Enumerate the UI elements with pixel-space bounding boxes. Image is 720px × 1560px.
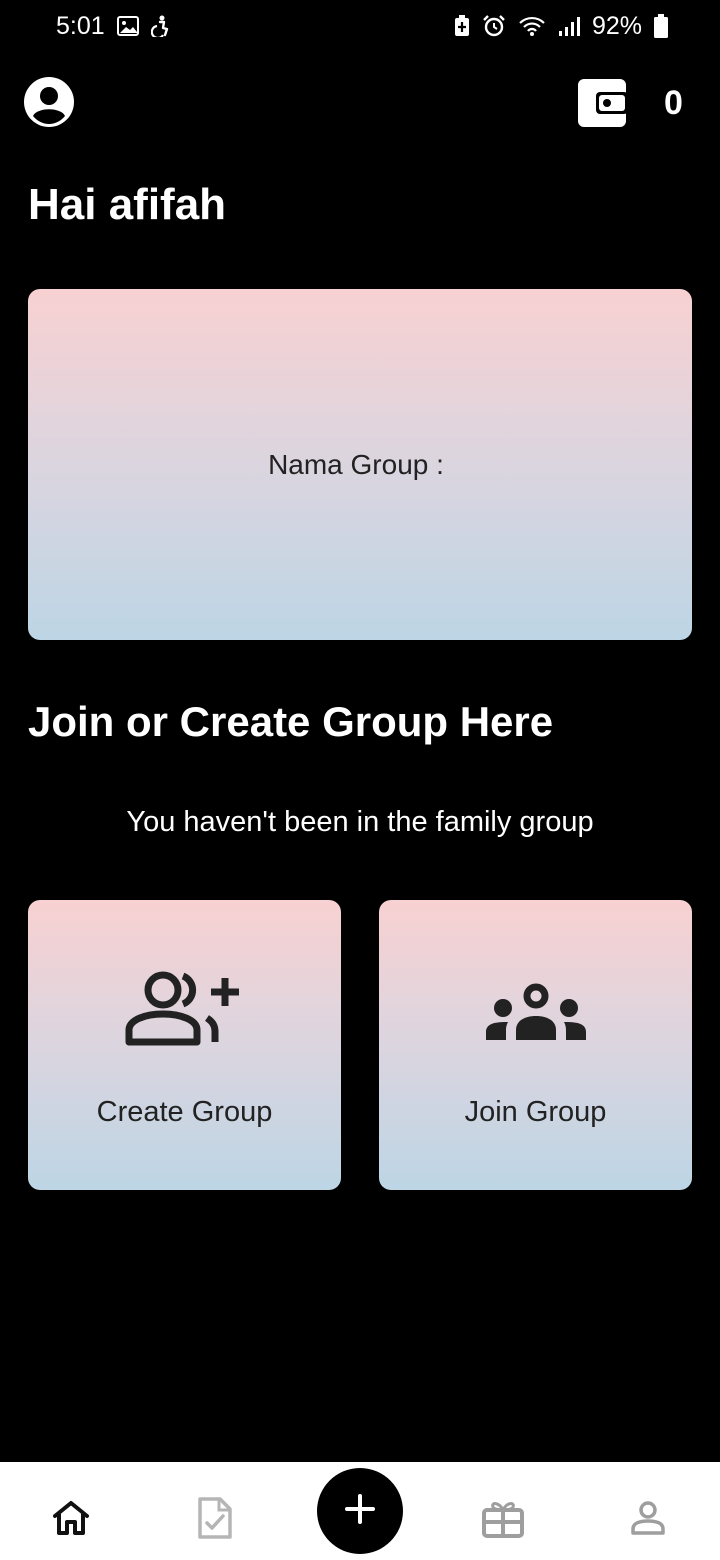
wallet-icon[interactable] [578,79,628,127]
image-icon [116,16,139,36]
person-add-icon [125,970,245,1055]
battery-icon [654,14,668,38]
join-group-button[interactable]: Join Group [379,900,692,1190]
gift-box-icon[interactable] [475,1490,531,1546]
status-bar-right: 92% [454,12,668,41]
battery-saver-icon [454,15,470,37]
greeting-title: Hai afifah [28,180,227,229]
top-app-bar: 0 [0,70,720,136]
accessibility-icon [150,15,171,37]
status-bar-left: 5:01 [56,12,171,41]
group-name-label: Nama Group : [268,448,444,480]
battery-percent: 92% [591,11,642,40]
section-title: Join or Create Group Here [28,698,554,745]
plus-icon [345,1493,375,1529]
account-circle-icon[interactable] [23,76,75,128]
person-icon[interactable] [620,1490,676,1546]
join-group-label: Join Group [464,1096,607,1128]
signal-icon [558,15,580,37]
home-icon[interactable] [43,1490,99,1546]
create-group-label: Create Group [96,1096,273,1128]
status-time: 5:01 [56,11,105,40]
no-group-notice: You haven't been in the family group [126,806,594,838]
create-group-button[interactable]: Create Group [28,900,341,1190]
task-document-icon[interactable] [187,1490,243,1546]
group-info-card: Nama Group : [28,289,692,640]
add-button[interactable] [317,1468,403,1554]
alarm-icon [482,14,506,38]
status-bar: 5:01 92% [0,0,720,52]
wifi-icon [518,15,546,37]
wallet-balance: 0 [664,84,683,122]
groups-icon [476,970,596,1055]
bottom-navigation [0,1462,720,1560]
